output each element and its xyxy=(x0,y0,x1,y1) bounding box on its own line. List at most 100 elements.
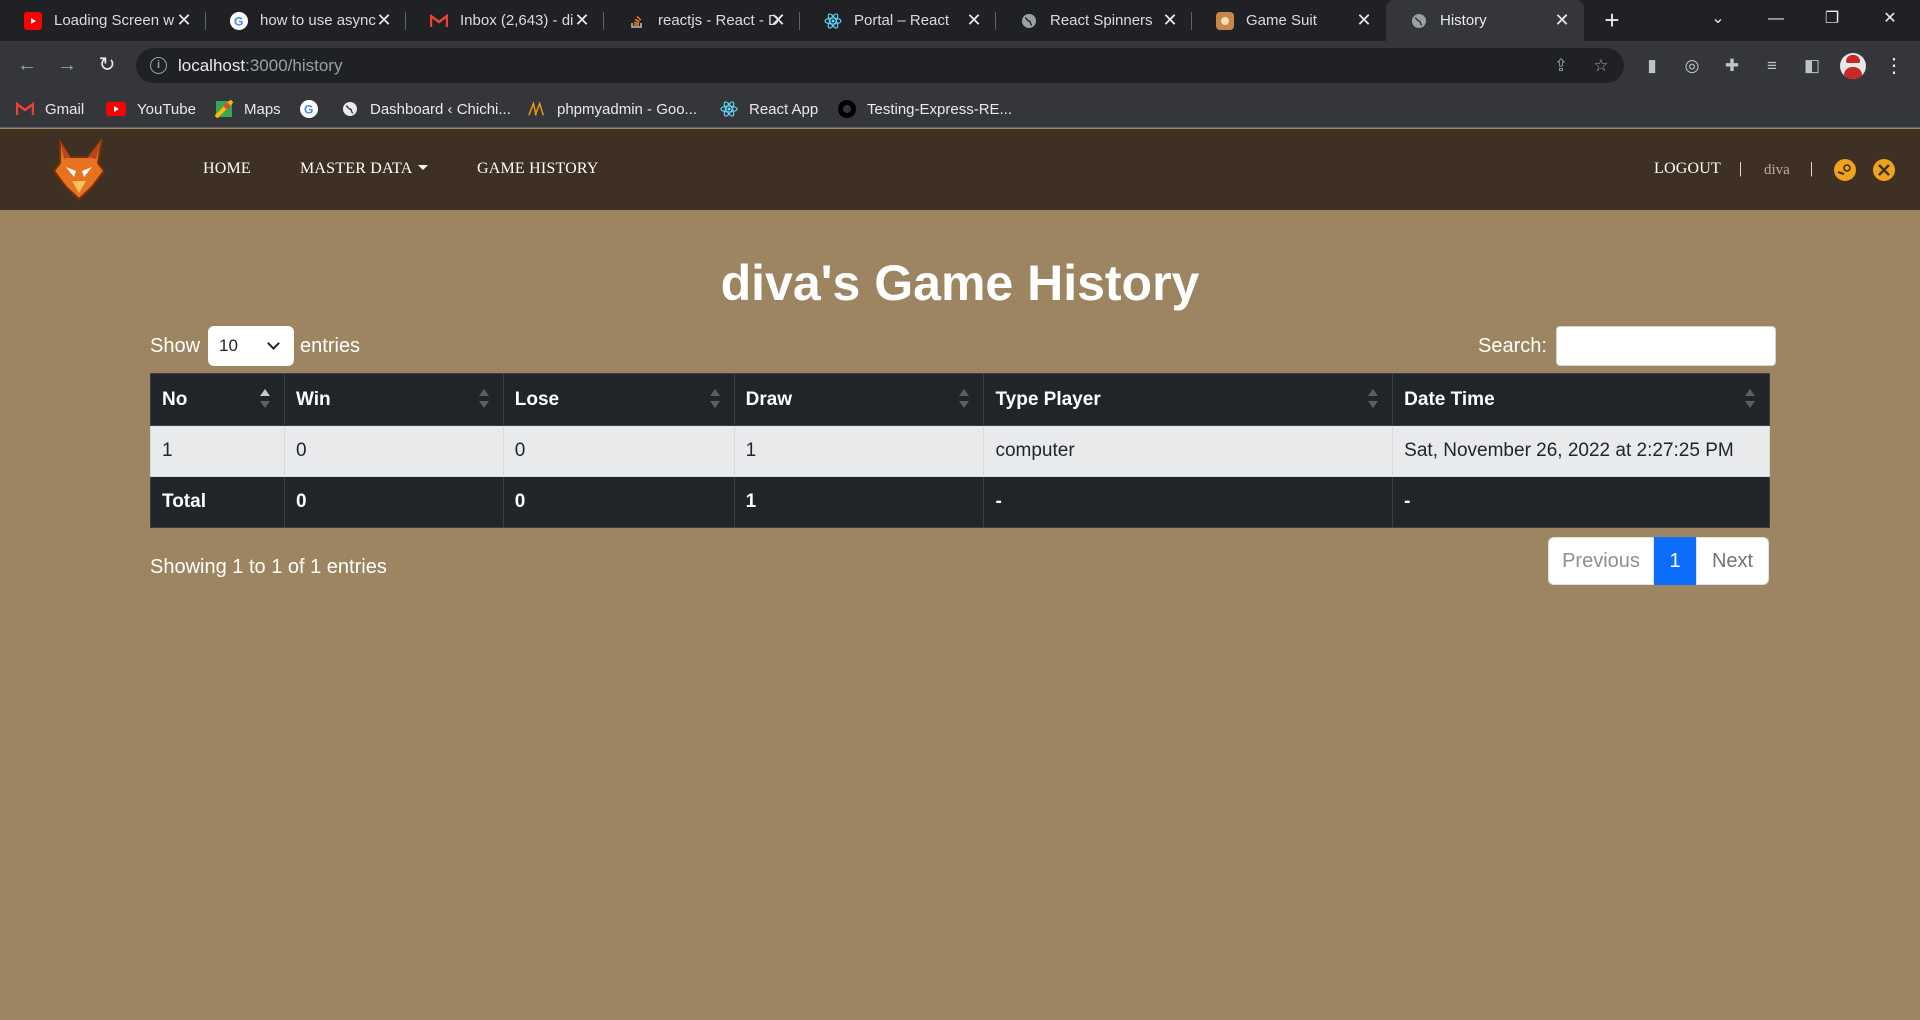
column-header-label: No xyxy=(162,388,188,410)
sort-icon xyxy=(709,389,720,411)
table-row: 1 0 0 1 computer Sat, November 26, 2022 … xyxy=(150,425,1770,477)
tab-portal-react[interactable]: Portal – React ✕ xyxy=(800,0,996,41)
tab-title: Loading Screen w xyxy=(54,12,175,29)
close-tab-icon[interactable]: ✕ xyxy=(768,10,788,30)
back-icon[interactable]: ← xyxy=(12,50,42,80)
site-info-icon[interactable]: i xyxy=(150,57,167,74)
close-tab-icon[interactable]: ✕ xyxy=(572,10,592,30)
bookmark-label: YouTube xyxy=(137,100,196,118)
tab-history[interactable]: History ✕ xyxy=(1386,0,1584,41)
entries-label: entries xyxy=(300,334,361,357)
bookmark-label: Maps xyxy=(244,100,281,118)
bookmark-label: phpmyadmin - Goo... xyxy=(557,100,698,118)
steam-icon[interactable] xyxy=(1834,159,1856,181)
youtube-icon xyxy=(24,11,42,30)
game-icon xyxy=(1216,11,1234,30)
nav-logout[interactable]: LOGOUT xyxy=(1654,160,1721,178)
close-tab-icon[interactable]: ✕ xyxy=(374,10,394,30)
next-page-button[interactable]: Next xyxy=(1696,537,1769,585)
close-tab-icon[interactable]: ✕ xyxy=(1552,10,1572,30)
tab-title: reactjs - React - D xyxy=(658,12,779,29)
bookmark-label: Dashboard ‹ Chichi... xyxy=(370,100,511,118)
tab-loading-screen[interactable]: Loading Screen w ✕ xyxy=(0,0,206,41)
svg-text:G: G xyxy=(234,14,243,28)
nav-game-history[interactable]: GAME HISTORY xyxy=(477,160,599,178)
bookmark-gmail[interactable]: Gmail xyxy=(16,98,84,120)
extensions-puzzle-icon[interactable]: ✚ xyxy=(1720,54,1744,78)
share-icon[interactable]: ⇪ xyxy=(1550,55,1572,77)
bookmark-label: React App xyxy=(749,100,819,118)
column-header-win[interactable]: Win xyxy=(283,373,504,426)
maps-icon xyxy=(215,100,233,118)
nav-home[interactable]: HOME xyxy=(203,160,251,178)
bookmark-testing-express[interactable]: Testing-Express-RE... xyxy=(838,98,1012,120)
table-cell: computer xyxy=(983,425,1394,477)
github-icon xyxy=(838,100,856,118)
browser-tab-strip: Loading Screen w ✕ G how to use async ✕ … xyxy=(0,0,1920,41)
close-tab-icon[interactable]: ✕ xyxy=(1160,10,1180,30)
google-icon: G xyxy=(230,11,248,30)
tab-async[interactable]: G how to use async ✕ xyxy=(206,0,406,41)
nav-master-data[interactable]: MASTER DATA xyxy=(300,160,429,178)
menu-kebab-icon[interactable]: ⋮ xyxy=(1882,53,1906,79)
table-cell: 1 xyxy=(733,425,985,477)
column-header-label: Draw xyxy=(745,388,793,410)
column-header-type-player[interactable]: Type Player xyxy=(983,373,1394,426)
close-tab-icon[interactable]: ✕ xyxy=(1354,10,1374,30)
tab-react-spinners[interactable]: React Spinners ✕ xyxy=(996,0,1192,41)
column-header-lose[interactable]: Lose xyxy=(502,373,735,426)
gmail-icon xyxy=(430,12,448,30)
bookmark-dashboard[interactable]: Dashboard ‹ Chichi... xyxy=(341,98,511,120)
nav-separator: | xyxy=(1810,160,1814,177)
media-queue-icon[interactable]: ≡ xyxy=(1760,54,1784,78)
table-header-row: No Win Lose Draw Type Player Date Time xyxy=(150,373,1770,426)
bookmark-label: Testing-Express-RE... xyxy=(867,100,1013,118)
column-header-date-time[interactable]: Date Time xyxy=(1392,373,1770,426)
reload-icon[interactable]: ↻ xyxy=(92,50,122,80)
table-cell: 0 xyxy=(502,425,735,477)
fox-logo[interactable] xyxy=(52,137,106,201)
new-tab-button[interactable]: + xyxy=(1598,6,1626,34)
search-label: Search: xyxy=(1478,334,1547,357)
column-header-draw[interactable]: Draw xyxy=(733,373,985,426)
page-size-select[interactable]: 10 xyxy=(208,326,295,366)
forward-icon[interactable]: → xyxy=(52,50,82,80)
tab-game-suit[interactable]: Game Suit ✕ xyxy=(1192,0,1386,41)
search-input[interactable] xyxy=(1555,326,1776,366)
table-cell: Sat, November 26, 2022 at 2:27:25 PM xyxy=(1392,425,1770,477)
caret-down-icon xyxy=(418,165,429,170)
sort-icon xyxy=(478,389,489,411)
nav-master-data-label: MASTER DATA xyxy=(300,160,413,177)
tab-title: React Spinners xyxy=(1050,12,1153,29)
url-text: localhost:3000/history xyxy=(178,56,342,76)
tab-reactjs[interactable]: reactjs - React - D ✕ xyxy=(604,0,800,41)
restore-button[interactable]: ❐ xyxy=(1804,0,1860,41)
tab-search-icon[interactable]: ⌄ xyxy=(1690,0,1746,41)
table-cell: 1 xyxy=(150,425,285,477)
column-header-no[interactable]: No xyxy=(150,373,285,426)
close-window-button[interactable]: ✕ xyxy=(1862,0,1918,41)
youtube-icon xyxy=(106,102,126,116)
side-panel-icon[interactable]: ◧ xyxy=(1800,54,1824,78)
address-bar[interactable]: i localhost:3000/history ⇪ ☆ xyxy=(136,48,1624,83)
google-icon: G xyxy=(300,100,318,118)
tab-inbox[interactable]: Inbox (2,643) - di ✕ xyxy=(406,0,604,41)
target-extension-icon[interactable]: ◎ xyxy=(1680,54,1704,78)
bookmark-maps[interactable]: Maps xyxy=(215,98,281,120)
bookmark-youtube[interactable]: YouTube xyxy=(106,98,196,120)
bookmark-phpmyadmin[interactable]: phpmyadmin - Goo... xyxy=(528,98,697,120)
minimize-button[interactable]: — xyxy=(1748,0,1804,41)
page-1-button[interactable]: 1 xyxy=(1654,537,1696,585)
bookmark-google[interactable]: G xyxy=(300,98,318,120)
globe-icon xyxy=(341,100,359,118)
tab-title: History xyxy=(1440,12,1487,29)
docs-extension-icon[interactable]: ▮ xyxy=(1640,54,1664,78)
bookmark-react-app[interactable]: React App xyxy=(720,98,818,120)
close-tab-icon[interactable]: ✕ xyxy=(964,10,984,30)
profile-avatar[interactable] xyxy=(1840,53,1866,79)
bookmark-star-icon[interactable]: ☆ xyxy=(1590,55,1612,77)
xbox-icon[interactable] xyxy=(1873,159,1895,181)
close-tab-icon[interactable]: ✕ xyxy=(174,10,194,30)
sort-icon xyxy=(959,389,970,411)
previous-page-button[interactable]: Previous xyxy=(1548,537,1654,585)
